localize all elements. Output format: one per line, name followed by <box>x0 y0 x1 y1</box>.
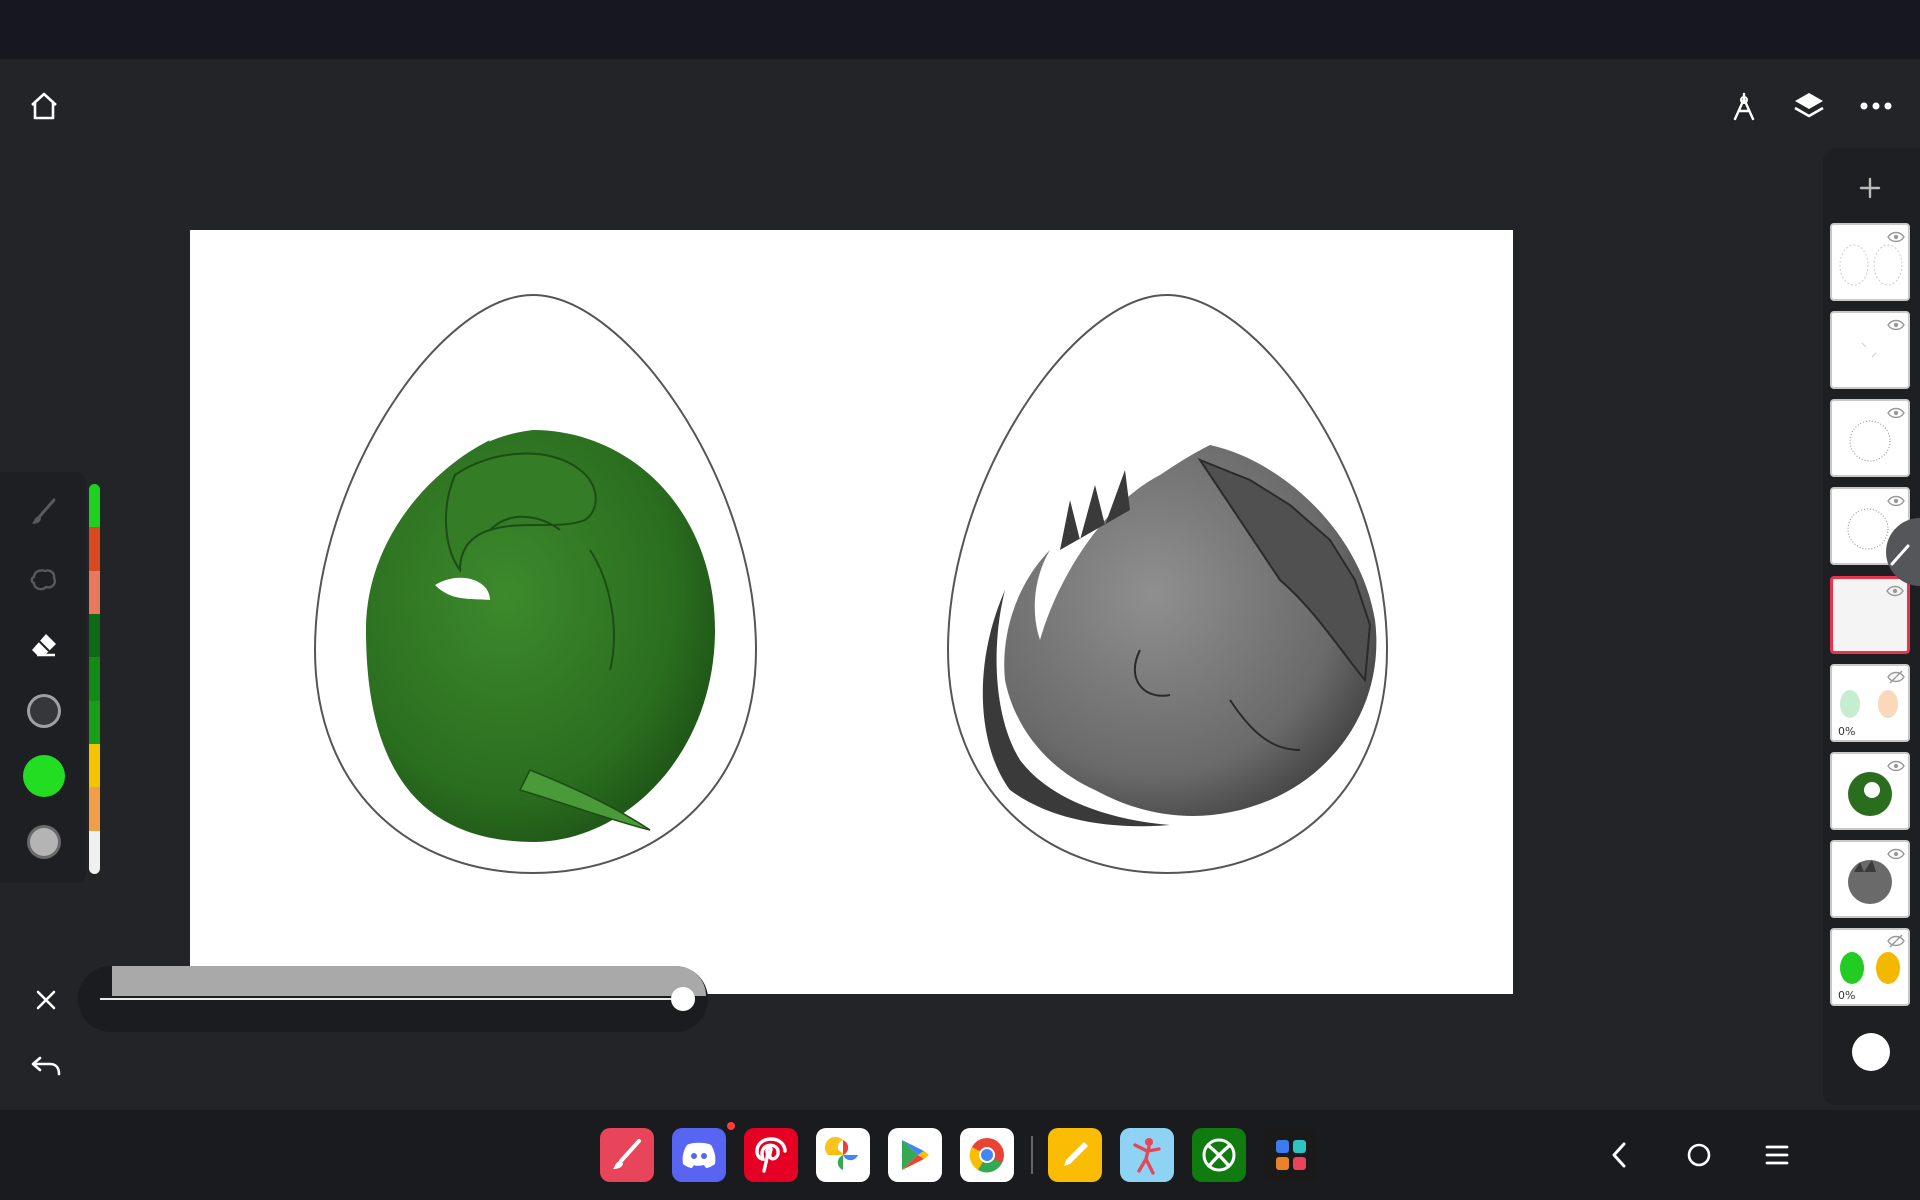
app-pinterest[interactable] <box>744 1128 798 1182</box>
green-dragon-egg <box>313 293 758 875</box>
layer-color-button[interactable] <box>1850 1031 1892 1073</box>
close-icon <box>36 990 56 1010</box>
slider-track <box>100 998 683 1000</box>
ruler-button[interactable] <box>1720 82 1768 130</box>
notification-dot <box>727 1122 735 1130</box>
undo-icon <box>31 1056 61 1076</box>
nav-back-button[interactable] <box>1592 1128 1646 1182</box>
layer-opacity-label: 0% <box>1838 989 1856 1002</box>
taskbar-separator <box>1031 1136 1033 1174</box>
nav-home-button[interactable] <box>1672 1128 1726 1182</box>
brush-icon <box>32 498 56 524</box>
more-button[interactable] <box>1852 82 1900 130</box>
layer-sketch-1[interactable] <box>1830 311 1910 389</box>
status-bar <box>0 0 1920 59</box>
more-icon <box>1860 102 1892 110</box>
drawing-canvas[interactable] <box>190 230 1513 994</box>
slider-preview <box>112 966 706 996</box>
app-play-store[interactable] <box>888 1128 942 1182</box>
eye-icon[interactable] <box>1887 757 1905 776</box>
home-button[interactable] <box>20 82 68 130</box>
layer-empty-selected[interactable] <box>1830 576 1910 654</box>
close-slider-button[interactable] <box>22 976 70 1024</box>
nav-recents-button[interactable] <box>1750 1128 1804 1182</box>
app-drawer[interactable] <box>1264 1128 1318 1182</box>
layer-grey-dragon[interactable] <box>1830 840 1910 918</box>
eraser-tool[interactable] <box>18 619 70 671</box>
chrome-icon <box>969 1138 1004 1173</box>
app-notes[interactable] <box>1048 1128 1102 1182</box>
eye-icon[interactable] <box>1887 492 1905 511</box>
layer-color-eggs[interactable]: 0% <box>1830 664 1910 742</box>
undo-button[interactable] <box>22 1042 70 1090</box>
home-icon <box>31 92 57 120</box>
brush-size-icon <box>27 694 61 728</box>
sketch-app-icon <box>613 1139 641 1169</box>
eye-icon[interactable] <box>1887 316 1905 335</box>
home-nav-icon <box>1687 1143 1711 1167</box>
app-discord[interactable] <box>672 1128 726 1182</box>
opacity-button[interactable] <box>18 816 70 868</box>
white-circle-icon <box>1852 1033 1890 1071</box>
layers-button[interactable] <box>1785 82 1833 130</box>
layer-green-dragon[interactable] <box>1830 752 1910 830</box>
layer-egg-outline[interactable] <box>1830 223 1910 301</box>
app-xbox[interactable] <box>1192 1128 1246 1182</box>
notes-icon <box>1064 1142 1088 1166</box>
eye-off-icon[interactable] <box>1887 669 1905 688</box>
color-swatch-icon <box>23 755 65 797</box>
discord-icon <box>682 1142 716 1168</box>
eraser-icon <box>32 634 56 657</box>
color-button[interactable] <box>18 750 70 802</box>
xbox-icon <box>1202 1138 1236 1172</box>
app-chrome[interactable] <box>960 1128 1014 1182</box>
smudge-icon <box>30 569 57 591</box>
layer-egg-fills[interactable]: 0% <box>1830 928 1910 1006</box>
color-palette-strip[interactable] <box>89 484 100 874</box>
app-drawer-icon <box>1276 1140 1306 1170</box>
layers-icon <box>1794 93 1824 118</box>
smudge-tool[interactable] <box>18 553 70 605</box>
eye-off-icon[interactable] <box>1887 933 1905 952</box>
eye-icon[interactable] <box>1887 228 1905 247</box>
layer-sketch-2[interactable] <box>1830 399 1910 477</box>
app-dance[interactable] <box>1120 1128 1174 1182</box>
grey-dragon-egg <box>946 293 1389 875</box>
back-icon <box>1612 1142 1626 1168</box>
eye-icon[interactable] <box>1887 845 1905 864</box>
eye-icon[interactable] <box>1887 404 1905 423</box>
brush-tool[interactable] <box>18 486 70 538</box>
plus-icon <box>1859 177 1881 199</box>
recents-icon <box>1765 1145 1789 1165</box>
google-photos-icon <box>824 1136 858 1170</box>
layer-opacity-label: 0% <box>1838 725 1856 738</box>
dance-app-icon <box>1133 1138 1161 1175</box>
ruler-compass-icon <box>1733 92 1755 121</box>
slider-knob[interactable] <box>671 987 695 1011</box>
opacity-icon <box>27 825 61 859</box>
layer-drag-handle[interactable] <box>1878 518 1920 586</box>
add-layer-button[interactable] <box>1846 164 1894 212</box>
app-google-photos[interactable] <box>816 1128 870 1182</box>
app-sketch[interactable] <box>600 1128 654 1182</box>
play-store-icon <box>902 1140 929 1170</box>
pinterest-icon <box>755 1137 787 1173</box>
brush-size-button[interactable] <box>18 685 70 737</box>
